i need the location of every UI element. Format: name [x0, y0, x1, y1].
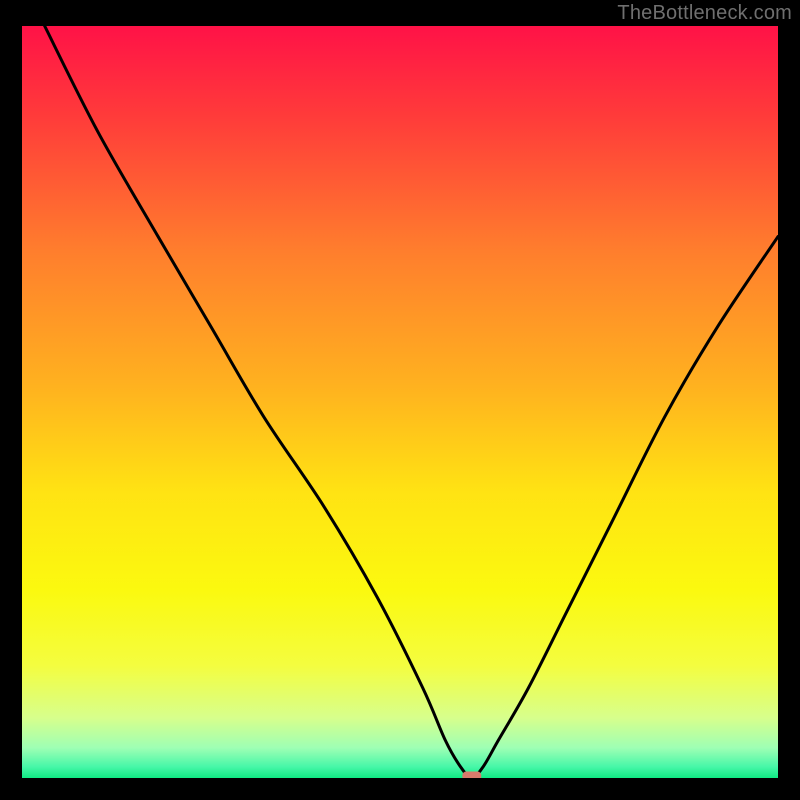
optimal-marker [462, 771, 481, 778]
bottleneck-plot [22, 26, 778, 778]
plot-background [22, 26, 778, 778]
plot-svg [22, 26, 778, 778]
chart-frame: TheBottleneck.com [0, 0, 800, 800]
source-watermark: TheBottleneck.com [617, 2, 792, 25]
